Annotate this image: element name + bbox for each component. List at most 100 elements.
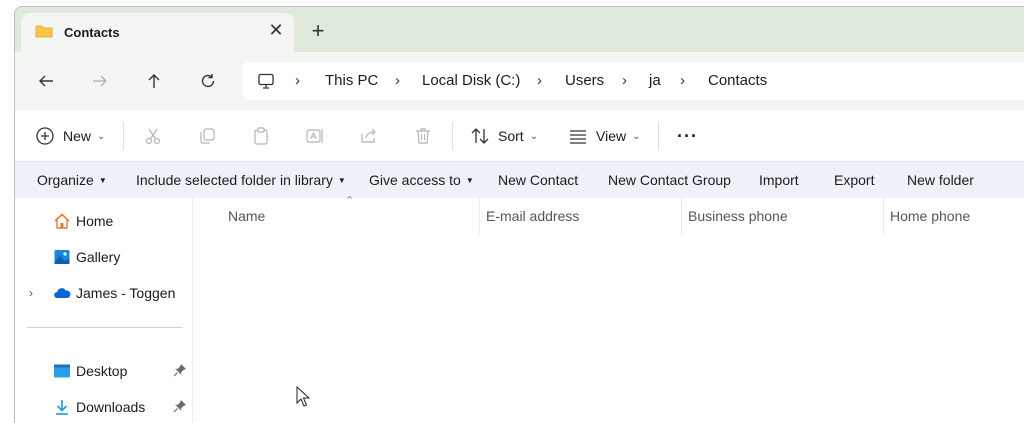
- tab-title: Contacts: [64, 25, 120, 40]
- column-label-business-phone: Business phone: [688, 208, 788, 224]
- nav-item-downloads[interactable]: Downloads: [15, 393, 191, 421]
- arrow-left-icon: [39, 75, 53, 87]
- chevron-down-icon: ⌄: [97, 130, 106, 142]
- command-bar: New ⌄ Sort ⌄ View ⌄ ···: [15, 110, 1024, 162]
- breadcrumb-local-disk[interactable]: Local Disk (C:): [422, 72, 520, 89]
- navigation-bar: › This PC › Local Disk (C:) › Users › ja…: [15, 52, 1024, 110]
- new-folder-button[interactable]: New folder: [907, 172, 974, 188]
- cut-button[interactable]: [143, 110, 163, 162]
- pin-icon[interactable]: [173, 363, 187, 377]
- column-label-name: Name: [228, 208, 266, 224]
- nav-item-home[interactable]: Home: [15, 207, 191, 235]
- breadcrumb-contacts[interactable]: Contacts: [708, 72, 767, 89]
- chevron-right-icon[interactable]: ›: [29, 286, 33, 300]
- file-list: ⌃ Name E-mail address Business phone Hom…: [193, 195, 1024, 423]
- new-label: New: [63, 128, 92, 144]
- gallery-icon: [54, 250, 70, 264]
- view-list-icon: [570, 130, 586, 144]
- column-header-home-phone[interactable]: Home phone: [884, 198, 1024, 234]
- breadcrumb-separator: ›: [680, 72, 685, 89]
- dropdown-arrow-icon: ▼: [98, 176, 107, 185]
- mouse-cursor-icon: [296, 386, 310, 407]
- download-icon: [56, 400, 68, 415]
- more-icon: ···: [677, 125, 698, 146]
- sort-icon: [471, 128, 489, 144]
- close-tab-button[interactable]: ✕: [267, 21, 285, 39]
- plus-circle-icon: [36, 127, 54, 145]
- breadcrumb-users[interactable]: Users: [565, 72, 604, 89]
- nav-item-desktop[interactable]: Desktop: [15, 357, 191, 385]
- paste-button[interactable]: [251, 110, 271, 162]
- new-tab-button[interactable]: +: [307, 20, 329, 43]
- refresh-button[interactable]: [194, 67, 222, 95]
- breadcrumb-separator: ›: [622, 72, 627, 89]
- forward-button[interactable]: [86, 67, 114, 95]
- arrow-up-icon: [148, 74, 160, 88]
- back-button[interactable]: [32, 67, 60, 95]
- include-label: Include selected folder in library: [136, 172, 333, 188]
- breadcrumb-separator: ›: [395, 72, 400, 89]
- scissors-icon: [145, 128, 161, 145]
- view-button[interactable]: View ⌄: [568, 110, 640, 162]
- column-header-business-phone[interactable]: Business phone: [682, 198, 884, 234]
- nav-label-home: Home: [76, 213, 114, 229]
- delete-button[interactable]: [413, 110, 433, 162]
- give-access-label: Give access to: [369, 172, 461, 188]
- copy-icon: [200, 128, 215, 144]
- share-icon: [361, 128, 376, 143]
- organize-menu[interactable]: Organize ▼: [37, 172, 107, 188]
- arrow-right-icon: [93, 75, 107, 87]
- copy-button[interactable]: [197, 110, 217, 162]
- refresh-icon: [201, 74, 215, 88]
- chevron-down-icon: ⌄: [632, 130, 641, 142]
- breadcrumb-separator: ›: [295, 72, 300, 89]
- breadcrumb-ja[interactable]: ja: [649, 72, 661, 89]
- export-button[interactable]: Export: [834, 172, 874, 188]
- sort-label: Sort: [498, 128, 524, 144]
- divider: [658, 122, 659, 150]
- see-more-button[interactable]: ···: [677, 110, 698, 162]
- divider: [123, 122, 124, 150]
- up-button[interactable]: [140, 67, 168, 95]
- nav-label-gallery: Gallery: [76, 249, 121, 265]
- give-access-menu[interactable]: Give access to ▼: [369, 172, 474, 188]
- file-explorer-window: Contacts ✕ + › This PC › Local Disk (C:): [14, 6, 1024, 423]
- monitor-icon: [258, 73, 274, 89]
- navigation-pane: Home Gallery › James - Toggen Desktop Do…: [15, 198, 193, 423]
- organize-label: Organize: [37, 172, 94, 188]
- dropdown-arrow-icon: ▼: [465, 176, 474, 185]
- new-button[interactable]: New ⌄: [35, 110, 105, 162]
- nav-label-onedrive: James - Toggen: [76, 285, 176, 301]
- desktop-icon: [54, 364, 70, 378]
- pin-icon[interactable]: [173, 399, 187, 413]
- tab-strip: Contacts ✕ +: [15, 7, 1024, 52]
- clipboard-icon: [254, 127, 268, 145]
- column-label-home-phone: Home phone: [890, 208, 971, 224]
- dropdown-arrow-icon: ▼: [337, 176, 346, 185]
- import-button[interactable]: Import: [759, 172, 799, 188]
- nav-label-downloads: Downloads: [76, 399, 146, 415]
- nav-item-gallery[interactable]: Gallery: [15, 243, 191, 271]
- column-header-name[interactable]: ⌃ Name: [193, 195, 480, 234]
- divider: [27, 327, 183, 328]
- tab-contacts[interactable]: Contacts ✕: [21, 13, 294, 52]
- chevron-down-icon: ⌄: [529, 130, 539, 142]
- address-bar[interactable]: › This PC › Local Disk (C:) › Users › ja…: [243, 62, 1024, 100]
- nav-item-onedrive[interactable]: › James - Toggen: [15, 279, 191, 307]
- rename-icon: [306, 129, 323, 143]
- include-in-library-menu[interactable]: Include selected folder in library ▼: [136, 172, 346, 188]
- breadcrumb-this-pc[interactable]: This PC: [325, 72, 378, 89]
- onedrive-cloud-icon: [54, 288, 71, 298]
- home-icon: [54, 213, 70, 229]
- column-header-email[interactable]: E-mail address: [480, 198, 682, 234]
- divider: [452, 122, 453, 150]
- sort-ascending-icon: ⌃: [345, 195, 355, 207]
- nav-label-desktop: Desktop: [76, 363, 128, 379]
- rename-button[interactable]: [305, 110, 325, 162]
- trash-icon: [416, 128, 430, 144]
- new-contact-button[interactable]: New Contact: [498, 172, 578, 188]
- sort-button[interactable]: Sort ⌄: [470, 110, 538, 162]
- contacts-menu-bar: Organize ▼ Include selected folder in lib…: [15, 162, 1024, 198]
- new-contact-group-button[interactable]: New Contact Group: [608, 172, 731, 188]
- share-button[interactable]: [359, 110, 379, 162]
